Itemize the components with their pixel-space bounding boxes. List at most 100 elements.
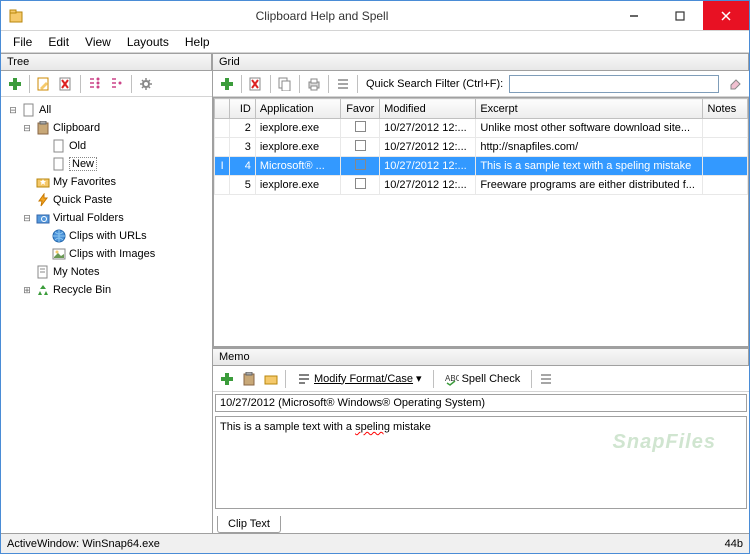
- cell-id: 4: [230, 157, 256, 176]
- grid-print-button[interactable]: [304, 74, 324, 94]
- cell-application: iexplore.exe: [255, 138, 341, 157]
- grid-delete-button[interactable]: [246, 74, 266, 94]
- cell-favor[interactable]: [341, 119, 380, 138]
- tree-node-all[interactable]: ⊟ All: [3, 101, 210, 119]
- tree-label: All: [39, 104, 51, 116]
- cell-modified: 10/27/2012 12:...: [380, 119, 476, 138]
- memo-tabstrip: Clip Text: [213, 511, 749, 533]
- grid-options-button[interactable]: [333, 74, 353, 94]
- separator: [433, 370, 434, 388]
- menu-edit[interactable]: Edit: [40, 32, 77, 52]
- separator: [285, 370, 286, 388]
- cell-favor[interactable]: [341, 157, 380, 176]
- memo-body[interactable]: This is a sample text with a speling mis…: [215, 416, 747, 509]
- cell-favor[interactable]: [341, 138, 380, 157]
- globe-icon: [51, 228, 67, 244]
- memo-options-button[interactable]: [536, 369, 556, 389]
- menu-view[interactable]: View: [77, 32, 119, 52]
- menu-help[interactable]: Help: [177, 32, 218, 52]
- folder-search-icon: [35, 210, 51, 226]
- tree-expand-button[interactable]: [85, 74, 105, 94]
- window-controls: [611, 1, 749, 30]
- table-row[interactable]: 5iexplore.exe10/27/2012 12:...Freeware p…: [215, 176, 748, 195]
- separator: [328, 75, 329, 93]
- table-row[interactable]: 2iexplore.exe10/27/2012 12:...Unlike mos…: [215, 119, 748, 138]
- table-row[interactable]: 3iexplore.exe10/27/2012 12:...http://sna…: [215, 138, 748, 157]
- cell-favor[interactable]: [341, 176, 380, 195]
- memo-paste-button[interactable]: [261, 369, 281, 389]
- lightning-icon: [35, 192, 51, 208]
- tree-label: Quick Paste: [53, 194, 112, 206]
- tree-node-clipsurls[interactable]: Clips with URLs: [3, 227, 210, 245]
- image-icon: [51, 246, 67, 262]
- tab-clip-text[interactable]: Clip Text: [217, 516, 281, 533]
- tree-node-clipsimages[interactable]: Clips with Images: [3, 245, 210, 263]
- col-application[interactable]: Application: [255, 99, 341, 119]
- memo-spell-error: speling: [355, 421, 390, 433]
- right-panel: Grid Quick Search Filter (Ctrl+F):: [213, 53, 749, 533]
- col-modified[interactable]: Modified: [380, 99, 476, 119]
- modify-format-button[interactable]: Modify Format/Case ▾: [290, 369, 429, 389]
- col-id[interactable]: ID: [230, 99, 256, 119]
- main-content: Tree ⊟ All ⊟ Clipboard: [1, 53, 749, 533]
- tree-node-virtualfolders[interactable]: ⊟ Virtual Folders: [3, 209, 210, 227]
- tree-add-button[interactable]: [5, 74, 25, 94]
- grid-add-button[interactable]: [217, 74, 237, 94]
- search-input[interactable]: [509, 75, 719, 93]
- row-marker-header[interactable]: [215, 99, 230, 119]
- memo-text-pre: This is a sample text with a: [220, 421, 355, 433]
- page-icon: [21, 102, 37, 118]
- collapse-icon[interactable]: ⊟: [7, 104, 19, 116]
- col-favor[interactable]: Favor: [341, 99, 380, 119]
- cell-excerpt: Unlike most other software download site…: [476, 119, 703, 138]
- memo-copy-button[interactable]: [239, 369, 259, 389]
- tree-header: Tree: [1, 53, 212, 71]
- row-marker: I: [215, 157, 230, 176]
- cell-application: iexplore.exe: [255, 119, 341, 138]
- tree-node-clipboard[interactable]: ⊟ Clipboard: [3, 119, 210, 137]
- tree-delete-button[interactable]: [56, 74, 76, 94]
- spellcheck-icon: ABC: [445, 372, 459, 386]
- tree-node-old[interactable]: Old: [3, 137, 210, 155]
- cell-modified: 10/27/2012 12:...: [380, 176, 476, 195]
- tree-view[interactable]: ⊟ All ⊟ Clipboard Old New: [1, 97, 212, 533]
- tree-edit-button[interactable]: [34, 74, 54, 94]
- page-icon: [51, 156, 67, 172]
- tree-label: My Notes: [53, 266, 99, 278]
- row-marker: [215, 138, 230, 157]
- menu-layouts[interactable]: Layouts: [119, 32, 177, 52]
- close-button[interactable]: [703, 1, 749, 30]
- spellcheck-button[interactable]: ABC Spell Check: [438, 369, 528, 389]
- menu-file[interactable]: File: [5, 32, 40, 52]
- cell-excerpt: This is a sample text with a speling mis…: [476, 157, 703, 176]
- tree-node-quickpaste[interactable]: Quick Paste: [3, 191, 210, 209]
- note-icon: [35, 264, 51, 280]
- tree-node-favorites[interactable]: My Favorites: [3, 173, 210, 191]
- tree-node-mynotes[interactable]: My Notes: [3, 263, 210, 281]
- maximize-button[interactable]: [657, 1, 703, 30]
- tree-node-recyclebin[interactable]: ⊞ Recycle Bin: [3, 281, 210, 299]
- tree-label: New: [69, 157, 97, 171]
- tree-settings-button[interactable]: [136, 74, 156, 94]
- clear-search-button[interactable]: [725, 74, 745, 94]
- cell-excerpt: Freeware programs are either distributed…: [476, 176, 703, 195]
- col-excerpt[interactable]: Excerpt: [476, 99, 703, 119]
- memo-date-line: 10/27/2012 (Microsoft® Windows® Operatin…: [215, 394, 747, 412]
- memo-header: Memo: [213, 348, 749, 366]
- grid-copy-button[interactable]: [275, 74, 295, 94]
- separator: [357, 75, 358, 93]
- table-row[interactable]: I4Microsoft® ...10/27/2012 12:...This is…: [215, 157, 748, 176]
- grid-table[interactable]: ID Application Favor Modified Excerpt No…: [213, 97, 749, 347]
- grid-header: Grid: [213, 53, 749, 71]
- separator: [531, 370, 532, 388]
- collapse-icon[interactable]: ⊟: [21, 212, 33, 224]
- tree-node-new[interactable]: New: [3, 155, 210, 173]
- col-notes[interactable]: Notes: [703, 99, 748, 119]
- cell-id: 3: [230, 138, 256, 157]
- expand-icon[interactable]: ⊞: [21, 284, 33, 296]
- minimize-button[interactable]: [611, 1, 657, 30]
- collapse-icon[interactable]: ⊟: [21, 122, 33, 134]
- row-marker: [215, 176, 230, 195]
- tree-collapse-button[interactable]: [107, 74, 127, 94]
- memo-add-button[interactable]: [217, 369, 237, 389]
